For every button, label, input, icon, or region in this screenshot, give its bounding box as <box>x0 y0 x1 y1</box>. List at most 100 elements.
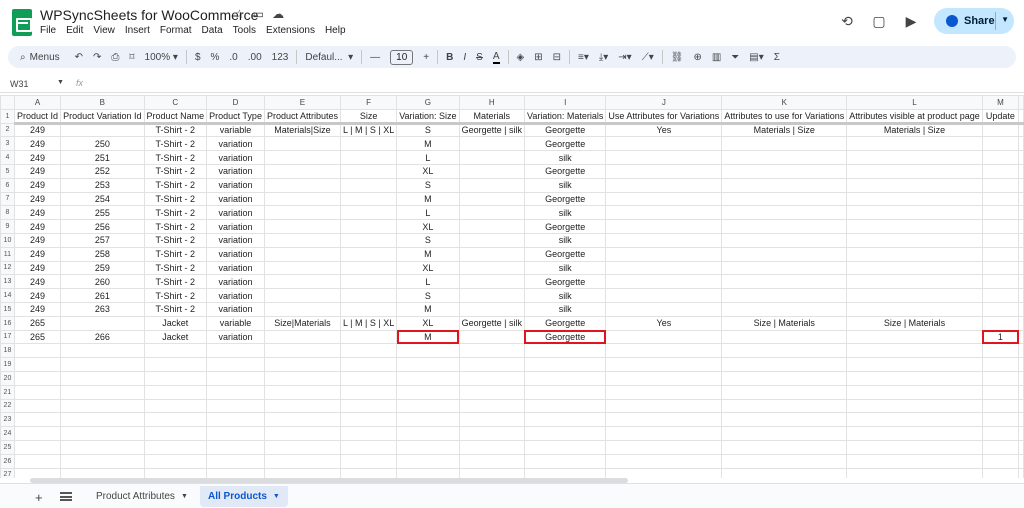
cell[interactable]: T-Shirt - 2 <box>143 205 208 221</box>
cell[interactable] <box>458 274 525 290</box>
cell[interactable] <box>846 426 983 441</box>
cell[interactable]: 249 <box>13 191 62 207</box>
cell[interactable] <box>846 398 983 414</box>
cell[interactable] <box>1018 205 1024 221</box>
column-header-overflow[interactable] <box>1018 95 1024 110</box>
cell[interactable] <box>981 384 1020 400</box>
cell[interactable]: T-Shirt - 2 <box>143 163 208 179</box>
cell[interactable]: S <box>396 288 460 303</box>
cell[interactable]: Size | Materials <box>846 315 983 331</box>
header-cell[interactable]: Size <box>339 108 398 125</box>
cell[interactable] <box>206 426 265 441</box>
cell[interactable] <box>263 398 342 414</box>
search-menus[interactable]: ⌕ Menus <box>8 52 70 63</box>
cell[interactable] <box>206 412 265 428</box>
cell[interactable] <box>1018 288 1024 303</box>
cell[interactable] <box>396 412 460 428</box>
cell[interactable]: M <box>396 136 460 152</box>
cell[interactable] <box>396 384 460 400</box>
cell[interactable] <box>605 260 723 276</box>
menu-item-edit[interactable]: Edit <box>66 25 83 36</box>
cell[interactable] <box>981 274 1020 290</box>
cell[interactable] <box>458 150 525 165</box>
cell[interactable] <box>605 301 723 317</box>
cell[interactable] <box>1018 150 1024 165</box>
menu-item-view[interactable]: View <box>93 25 115 36</box>
cell[interactable] <box>605 163 723 179</box>
cell[interactable]: silk <box>523 232 607 248</box>
cell[interactable] <box>458 246 525 262</box>
cell[interactable]: variation <box>206 177 265 193</box>
cell[interactable]: 250 <box>60 136 145 152</box>
cell[interactable] <box>263 301 342 317</box>
cell[interactable] <box>523 439 607 455</box>
cell[interactable] <box>523 467 607 478</box>
cell[interactable] <box>846 163 983 179</box>
select-all-corner[interactable] <box>0 95 15 110</box>
cell[interactable] <box>1018 453 1024 469</box>
cell[interactable] <box>846 329 983 345</box>
cell[interactable]: 253 <box>60 177 145 193</box>
header-cell[interactable]: Use Attributes for Variations <box>605 108 723 125</box>
cell[interactable] <box>206 467 265 478</box>
cell[interactable] <box>458 260 525 276</box>
chevron-down-icon[interactable]: ▼ <box>181 493 188 500</box>
cell[interactable] <box>721 329 848 345</box>
cell[interactable]: variation <box>206 163 265 179</box>
cell[interactable]: Materials | Size <box>721 122 848 138</box>
column-header-c[interactable]: C <box>143 95 208 110</box>
cell[interactable] <box>13 467 62 478</box>
cell[interactable] <box>13 412 62 428</box>
column-header-a[interactable]: A <box>13 95 62 110</box>
cell[interactable]: 259 <box>60 260 145 276</box>
cell[interactable] <box>605 384 723 400</box>
cell[interactable] <box>523 426 607 441</box>
header-cell[interactable]: Product Attributes <box>263 108 342 125</box>
cell[interactable] <box>339 370 398 386</box>
row-header[interactable]: 15 <box>0 301 15 317</box>
column-header-b[interactable]: B <box>60 95 145 110</box>
filter-icon[interactable]: ⏷ <box>726 46 744 68</box>
cell[interactable] <box>846 219 983 234</box>
cell[interactable] <box>981 467 1020 478</box>
row-header[interactable]: 8 <box>0 205 15 221</box>
header-cell[interactable]: Product Id <box>13 108 62 125</box>
cell[interactable]: variation <box>206 219 265 234</box>
cell[interactable] <box>60 398 145 414</box>
cell[interactable] <box>981 219 1020 234</box>
tab-all-products[interactable]: All Products ▼ <box>200 486 288 507</box>
cell[interactable]: S <box>396 232 460 248</box>
cell[interactable]: Georgette <box>523 246 607 262</box>
cell[interactable] <box>721 150 848 165</box>
increase-decimal-button[interactable]: .00 <box>243 46 267 68</box>
cell[interactable]: variation <box>206 329 265 345</box>
cell[interactable]: Georgette <box>523 274 607 290</box>
cell[interactable] <box>339 453 398 469</box>
cell[interactable]: variation <box>206 232 265 248</box>
cell[interactable] <box>263 260 342 276</box>
cell[interactable]: 249 <box>13 177 62 193</box>
cell[interactable] <box>523 343 607 359</box>
cell[interactable] <box>846 384 983 400</box>
zoom-select[interactable]: 100% ▾ <box>140 46 183 68</box>
cell[interactable] <box>523 370 607 386</box>
cell[interactable]: 249 <box>13 301 62 317</box>
cell[interactable] <box>263 232 342 248</box>
cell[interactable]: variation <box>206 301 265 317</box>
cell[interactable] <box>721 301 848 317</box>
cell[interactable] <box>458 343 525 359</box>
redo-icon[interactable]: ↷ <box>88 46 106 68</box>
cell[interactable]: Jacket <box>143 315 208 331</box>
cell[interactable] <box>206 343 265 359</box>
cell[interactable] <box>981 426 1020 441</box>
cell[interactable] <box>1018 315 1024 331</box>
cell[interactable]: Yes <box>605 315 723 331</box>
row-header[interactable]: 21 <box>0 384 15 400</box>
cell[interactable] <box>339 384 398 400</box>
cell[interactable] <box>60 122 145 138</box>
cell[interactable]: L | M | S | XL <box>339 122 398 138</box>
cell[interactable] <box>721 274 848 290</box>
cell[interactable] <box>458 232 525 248</box>
cell[interactable] <box>605 398 723 414</box>
cell[interactable] <box>981 398 1020 414</box>
